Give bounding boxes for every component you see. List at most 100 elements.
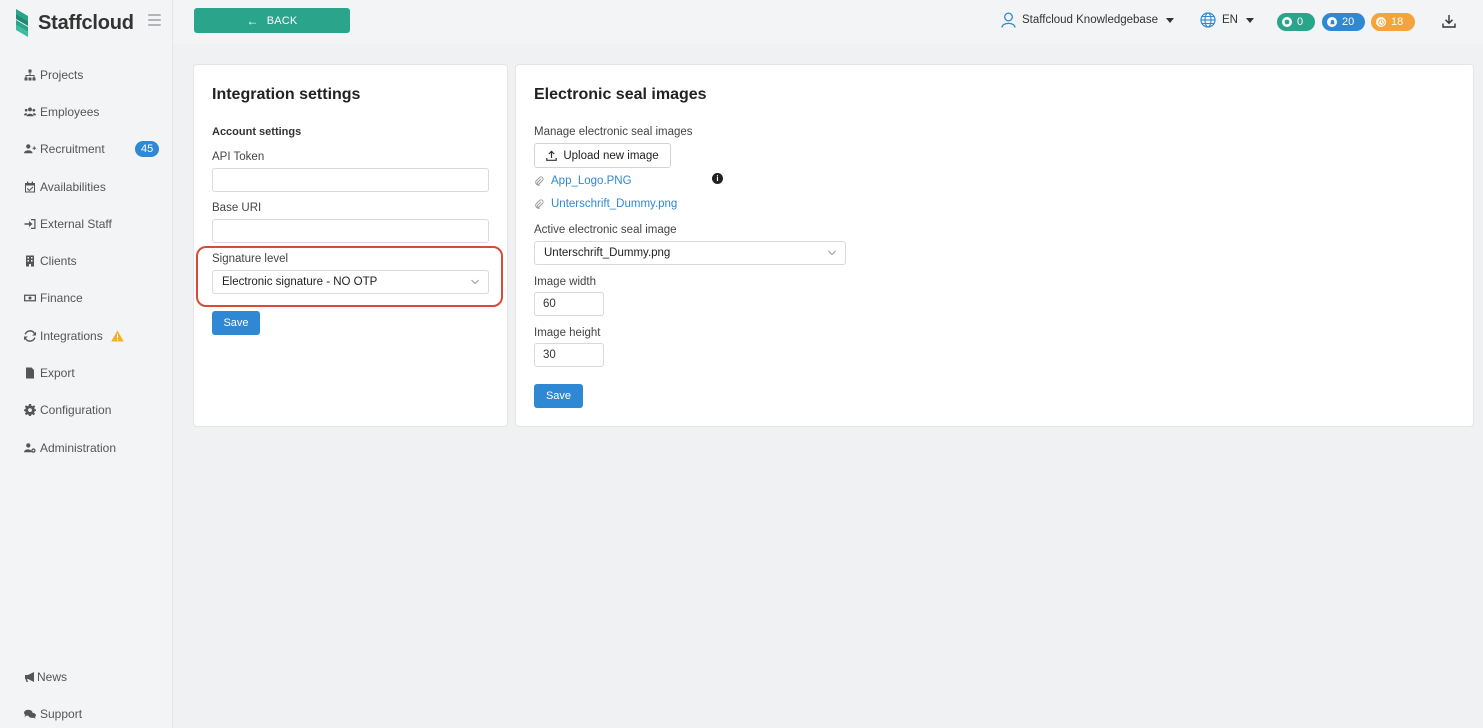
back-button-label: BACK <box>266 14 298 27</box>
sidebar-item-export[interactable]: Export <box>0 354 173 391</box>
calendar-check-icon <box>23 180 36 193</box>
sidebar-item-finance[interactable]: Finance <box>0 280 173 317</box>
sitemap-icon <box>23 68 36 81</box>
sidebar-item-projects[interactable]: Projects <box>0 56 173 93</box>
gear-icon <box>23 404 36 417</box>
top-bar: ← BACK Staffcloud Knowledgebase EN 0 20 … <box>173 0 1483 44</box>
seal-save-button[interactable]: Save <box>534 384 583 408</box>
comments-icon <box>23 707 36 720</box>
sidebar-item-employees[interactable]: Employees <box>0 93 173 130</box>
image-width-input[interactable]: 60 <box>534 292 604 316</box>
sync-icon <box>23 329 36 342</box>
signature-level-value: Electronic signature - NO OTP <box>222 276 378 288</box>
caret-down-icon <box>1165 17 1174 23</box>
sign-in-icon <box>23 217 36 230</box>
sidebar-item-label: News <box>37 669 68 684</box>
signature-level-select[interactable]: Electronic signature - NO OTP <box>212 270 489 294</box>
electronic-seal-card: Electronic seal images Manage electronic… <box>515 64 1474 427</box>
sidebar-item-label: Availabilities <box>40 179 106 194</box>
image-height-value: 30 <box>543 349 556 361</box>
seal-file-link[interactable]: Unterschrift_Dummy.png <box>534 198 677 210</box>
sidebar-item-label: Export <box>40 366 75 381</box>
megaphone-icon <box>23 670 36 683</box>
app-name: Staffcloud <box>38 11 134 34</box>
sidebar-item-label: Finance <box>40 291 83 306</box>
integration-settings-card: Integration settings Account settings AP… <box>193 64 508 427</box>
active-seal-select[interactable]: Unterschrift_Dummy.png <box>534 241 846 265</box>
user-name: Staffcloud Knowledgebase <box>1022 14 1158 26</box>
image-height-input[interactable]: 30 <box>534 343 604 367</box>
api-token-input[interactable] <box>212 168 489 192</box>
save-button-label: Save <box>545 390 572 402</box>
manage-seal-label: Manage electronic seal images <box>534 126 693 138</box>
sidebar-item-integrations[interactable]: Integrations <box>0 317 173 354</box>
pending-count: 18 <box>1391 16 1404 28</box>
sidebar-item-support[interactable]: Support <box>0 695 173 728</box>
active-seal-value: Unterschrift_Dummy.png <box>544 247 671 259</box>
sidebar-item-external-staff[interactable]: External Staff <box>0 205 173 242</box>
globe-icon <box>1200 12 1216 28</box>
save-button-label: Save <box>223 317 249 329</box>
chevron-down-icon <box>828 250 836 256</box>
sidebar-bottom-nav: News Support <box>0 658 173 728</box>
upload-button-label: Upload new image <box>563 149 659 162</box>
upload-image-button[interactable]: Upload new image <box>534 143 671 168</box>
sidebar-item-news[interactable]: News <box>0 658 173 695</box>
caret-down-icon <box>1245 17 1254 23</box>
sidebar-item-configuration[interactable]: Configuration <box>0 392 173 429</box>
building-icon <box>23 255 36 268</box>
sidebar-item-label: Projects <box>40 67 84 82</box>
sidebar-item-label: Configuration <box>40 403 112 418</box>
money-icon <box>23 292 36 305</box>
sidebar-item-label: Administration <box>40 440 117 455</box>
sidebar-item-label: Support <box>40 706 83 721</box>
chat-icon <box>1282 17 1292 27</box>
sidebar-item-recruitment[interactable]: Recruitment 45 <box>0 131 173 168</box>
back-button[interactable]: ← BACK <box>194 8 350 33</box>
active-seal-label: Active electronic seal image <box>534 224 677 236</box>
clock-icon <box>1376 17 1386 27</box>
paperclip-icon <box>535 199 544 209</box>
notifications-counter[interactable]: 20 <box>1322 13 1365 31</box>
user-menu[interactable]: Staffcloud Knowledgebase <box>1001 12 1174 28</box>
integration-settings-title: Integration settings <box>212 86 361 103</box>
app-logo[interactable]: Staffcloud <box>12 8 134 38</box>
image-width-value: 60 <box>543 298 556 310</box>
sidebar-item-administration[interactable]: Administration <box>0 429 173 466</box>
messages-counter[interactable]: 0 <box>1277 13 1315 31</box>
download-icon[interactable] <box>1442 14 1456 28</box>
menu-toggle-icon[interactable] <box>148 14 161 26</box>
recruitment-count-badge: 45 <box>135 141 160 158</box>
sidebar-nav: Projects Employees Recruitment 45 Availa… <box>0 56 173 466</box>
base-uri-input[interactable] <box>212 219 489 243</box>
seal-file-name: App_Logo.PNG <box>551 175 632 187</box>
paperclip-icon <box>535 176 544 186</box>
messages-count: 0 <box>1297 16 1304 28</box>
pending-counter[interactable]: 18 <box>1371 13 1415 31</box>
integration-save-button[interactable]: Save <box>212 311 260 335</box>
main-content: Integration settings Account settings AP… <box>173 44 1483 728</box>
file-icon <box>23 367 36 380</box>
account-settings-heading: Account settings <box>212 126 302 138</box>
language-code: EN <box>1222 14 1238 26</box>
chevron-down-icon <box>471 279 479 285</box>
user-cog-icon <box>23 441 36 454</box>
bell-icon <box>1327 17 1337 27</box>
sidebar-item-availabilities[interactable]: Availabilities <box>0 168 173 205</box>
signature-level-label: Signature level <box>212 253 289 265</box>
language-selector[interactable]: EN <box>1200 12 1254 28</box>
sidebar-item-label: Clients <box>40 254 77 269</box>
sidebar-item-label: External Staff <box>40 216 112 231</box>
base-uri-label: Base URI <box>212 202 262 214</box>
notifications-count: 20 <box>1342 16 1355 28</box>
staffcloud-logo-icon <box>16 9 28 37</box>
users-icon <box>23 105 36 118</box>
seal-file-link[interactable]: App_Logo.PNG <box>534 175 632 187</box>
seal-file-name: Unterschrift_Dummy.png <box>551 198 678 210</box>
image-width-label: Image width <box>534 276 597 288</box>
sidebar-item-clients[interactable]: Clients <box>0 242 173 279</box>
info-icon[interactable]: i <box>712 173 723 184</box>
sidebar: Staffcloud Projects Employees Recruitmen… <box>0 0 173 728</box>
image-height-label: Image height <box>534 327 601 339</box>
sidebar-item-label: Integrations <box>40 328 103 343</box>
